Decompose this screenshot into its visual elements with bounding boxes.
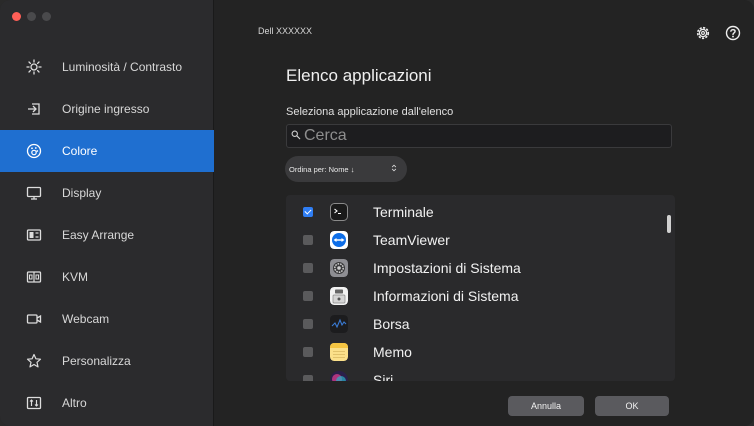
sidebar-item-label: Easy Arrange [62,228,135,242]
app-checkbox[interactable] [303,347,313,357]
list-item[interactable]: Memo [286,338,666,366]
star-icon [26,353,42,369]
sidebar-item-easy-arrange[interactable]: Easy Arrange [0,214,214,256]
system-information-icon [330,287,348,305]
sidebar-nav: Luminosità / Contrasto Origine ingresso … [0,46,214,424]
app-name: TeamViewer [373,232,450,248]
app-name: Siri [373,372,394,381]
system-settings-icon [330,259,348,277]
other-icon [26,395,42,411]
app-checkbox[interactable] [303,207,313,217]
list-item[interactable]: Informazioni di Sistema [286,282,666,310]
main-panel: Dell XXXXXX Elenco applicazioni Selezion… [215,0,754,426]
app-checkbox[interactable] [303,263,313,273]
sidebar-item-input-source[interactable]: Origine ingresso [0,88,214,130]
sidebar-item-label: Colore [62,144,98,158]
kvm-icon [26,269,42,285]
zoom-window-button[interactable] [42,12,51,21]
app-checkbox[interactable] [303,235,313,245]
sidebar-item-label: Altro [62,396,87,410]
list-item[interactable]: Terminale [286,198,666,226]
help-icon[interactable] [725,25,741,41]
chevron-up-down-icon [391,164,397,174]
sort-dropdown[interactable]: Ordina per: Nome ↓ [285,156,407,182]
application-list[interactable]: Terminale TeamViewer Impostazioni di Sis… [286,195,675,381]
teamviewer-icon [330,231,348,249]
app-checkbox[interactable] [303,319,313,329]
minimize-window-button[interactable] [27,12,36,21]
sidebar-item-kvm[interactable]: KVM [0,256,214,298]
app-checkbox[interactable] [303,375,313,381]
terminal-icon [330,203,348,221]
gear-icon[interactable] [695,25,711,41]
app-name: Informazioni di Sistema [373,288,519,304]
sidebar-item-label: Personalizza [62,354,131,368]
sidebar-item-label: Display [62,186,102,200]
sidebar-item-label: KVM [62,270,89,284]
app-name: Borsa [373,316,410,332]
window-title: Dell XXXXXX [258,26,313,36]
ok-button[interactable]: OK [595,396,669,416]
sidebar-item-webcam[interactable]: Webcam [0,298,214,340]
input-source-icon [26,101,42,117]
stocks-icon [330,315,348,333]
page-title: Elenco applicazioni [286,66,432,85]
sidebar-item-personalize[interactable]: Personalizza [0,340,214,382]
list-item[interactable]: Siri [286,366,666,381]
app-window: Luminosità / Contrasto Origine ingresso … [0,0,754,426]
sidebar-item-label: Webcam [62,312,110,326]
list-item[interactable]: TeamViewer [286,226,666,254]
sidebar-item-other[interactable]: Altro [0,382,214,424]
notes-icon [330,343,348,361]
list-scrollbar[interactable] [667,215,671,233]
search-input[interactable] [304,127,664,145]
app-name: Memo [373,344,412,360]
sidebar-item-label: Luminosità / Contrasto [62,60,183,74]
webcam-icon [26,311,42,327]
sidebar: Luminosità / Contrasto Origine ingresso … [0,0,214,426]
sidebar-item-color[interactable]: Colore [0,130,214,172]
page-subtitle: Seleziona applicazione dall'elenco [286,106,454,118]
app-checkbox[interactable] [303,291,313,301]
color-icon [26,143,42,159]
sort-label: Ordina per: Nome ↓ [289,164,355,174]
app-name: Impostazioni di Sistema [373,260,521,276]
sidebar-item-display[interactable]: Display [0,172,214,214]
list-item[interactable]: Borsa [286,310,666,338]
siri-icon [330,371,348,381]
search-icon [291,127,303,141]
window-controls [12,12,51,21]
sidebar-item-label: Origine ingresso [62,102,150,116]
brightness-icon [26,59,42,75]
sidebar-item-brightness-contrast[interactable]: Luminosità / Contrasto [0,46,214,88]
easy-arrange-icon [26,227,42,243]
list-item[interactable]: Impostazioni di Sistema [286,254,666,282]
search-box [286,124,672,148]
close-window-button[interactable] [12,12,21,21]
display-icon [26,185,42,201]
cancel-button[interactable]: Annulla [508,396,584,416]
app-name: Terminale [373,204,434,220]
